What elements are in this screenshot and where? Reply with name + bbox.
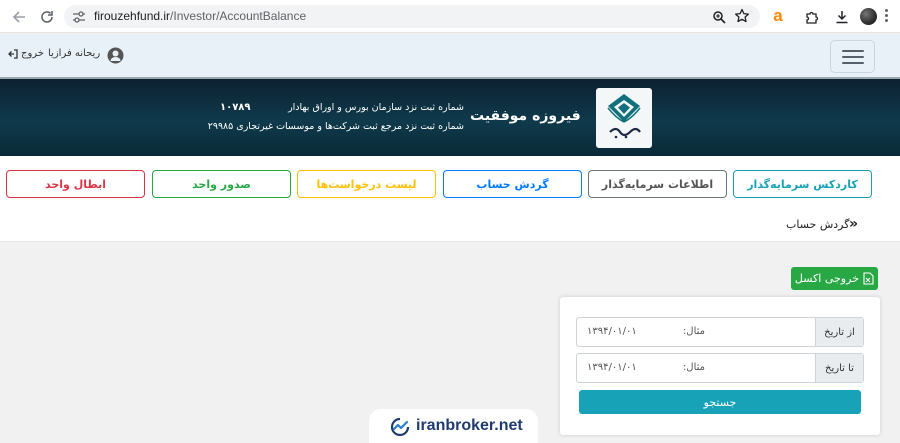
menu-requests-list-button[interactable]: لیست درخواست‌ها	[297, 170, 436, 198]
address-bar[interactable]: firouzehfund.ir/Investor/AccountBalance	[64, 5, 760, 28]
registration-text-1: شماره ثبت نزد سازمان بورس و اوراق بهادار	[288, 102, 464, 113]
from-date-label: از تاریخ	[815, 318, 863, 346]
registration-line-1: شماره ثبت نزد سازمان بورس و اوراق بهادار	[218, 102, 464, 113]
to-date-placeholder: مثال:	[682, 362, 705, 373]
menu-requests-list-label: لیست درخواست‌ها	[316, 177, 417, 191]
excel-icon	[863, 272, 874, 285]
menu-kardex-label: کاردکس سرمایه‌گذار	[747, 177, 858, 191]
site-header: ریحانه فرازیا خروج	[0, 34, 900, 79]
excel-export-button[interactable]: خروجی اکسل	[791, 267, 878, 290]
logout-icon[interactable]	[8, 49, 18, 59]
brand-name: فیروزه موفقیت	[470, 108, 581, 124]
menu-account-balance-button[interactable]: گردش حساب	[443, 170, 582, 198]
menu-investor-info-label: اطلاعات سرمایه‌گذار	[601, 177, 714, 191]
firouzeh-logo[interactable]	[596, 88, 652, 148]
menu-cancel-unit-button[interactable]: ابطال واحد	[6, 170, 145, 198]
from-date-example: ۱۳۹۴/۰۱/۰۱	[587, 326, 637, 337]
to-date-example: ۱۳۹۴/۰۱/۰۱	[587, 362, 637, 373]
menu-cancel-unit-label: ابطال واحد	[44, 177, 106, 191]
brand-banner: فیروزه موفقیت شماره ثبت نزد سازمان بورس …	[0, 79, 900, 156]
iranbroker-watermark: iranbroker.net	[369, 409, 538, 443]
from-date-field[interactable]: مثال: ۱۳۹۴/۰۱/۰۱ از تاریخ	[576, 317, 864, 347]
search-button[interactable]: جستجو	[579, 390, 861, 414]
registration-number-1: ۱۰۷۸۹	[220, 102, 251, 113]
profile-avatar[interactable]	[860, 8, 877, 25]
iranbroker-logo-icon	[390, 417, 410, 437]
user-name: ریحانه فرازیا	[48, 48, 101, 59]
hamburger-icon[interactable]	[830, 40, 875, 73]
star-icon[interactable]	[734, 8, 750, 28]
excel-export-label: خروجی اکسل	[794, 272, 859, 285]
to-date-field[interactable]: مثال: ۱۳۹۴/۰۱/۰۱ تا تاریخ	[576, 353, 864, 383]
puzzle-icon[interactable]	[801, 6, 823, 28]
tune-icon[interactable]	[72, 9, 86, 28]
registration-line-2: شماره ثبت نزد مرجع ثبت شرکت‌ها و موسسات …	[207, 121, 464, 132]
more-menu-icon[interactable]	[884, 9, 890, 24]
download-icon[interactable]	[831, 6, 853, 28]
reload-icon[interactable]	[36, 6, 58, 28]
breadcrumb-current: گردش حساب	[786, 218, 850, 231]
zoom-icon[interactable]	[712, 9, 726, 28]
menu-account-balance-label: گردش حساب	[476, 177, 549, 191]
back-arrow-icon[interactable]	[8, 6, 30, 28]
menu-kardex-button[interactable]: کاردکس سرمایه‌گذار	[733, 170, 872, 198]
menu-issue-unit-button[interactable]: صدور واحد	[152, 170, 291, 198]
breadcrumb-arrow-icon: »	[849, 216, 859, 232]
watermark-text: iranbroker.net	[416, 417, 523, 434]
from-date-placeholder: مثال:	[682, 326, 705, 337]
browser-toolbar: firouzehfund.ir/Investor/AccountBalance …	[0, 0, 900, 33]
url-host: firouzehfund.ir	[94, 9, 171, 23]
url-text[interactable]: firouzehfund.ir/Investor/AccountBalance	[94, 9, 306, 23]
url-path: /Investor/AccountBalance	[170, 9, 307, 23]
logout-link[interactable]: خروج	[21, 48, 44, 59]
breadcrumb: » گردش حساب	[0, 206, 900, 242]
menu-investor-info-button[interactable]: اطلاعات سرمایه‌گذار	[588, 170, 727, 198]
to-date-label: تا تاریخ	[815, 354, 863, 382]
extension-a-icon[interactable]: a	[769, 7, 787, 25]
menu-issue-unit-label: صدور واحد	[192, 177, 251, 191]
user-icon	[107, 47, 124, 64]
date-filter-panel: مثال: ۱۳۹۴/۰۱/۰۱ از تاریخ مثال: ۱۳۹۴/۰۱/…	[560, 297, 880, 435]
